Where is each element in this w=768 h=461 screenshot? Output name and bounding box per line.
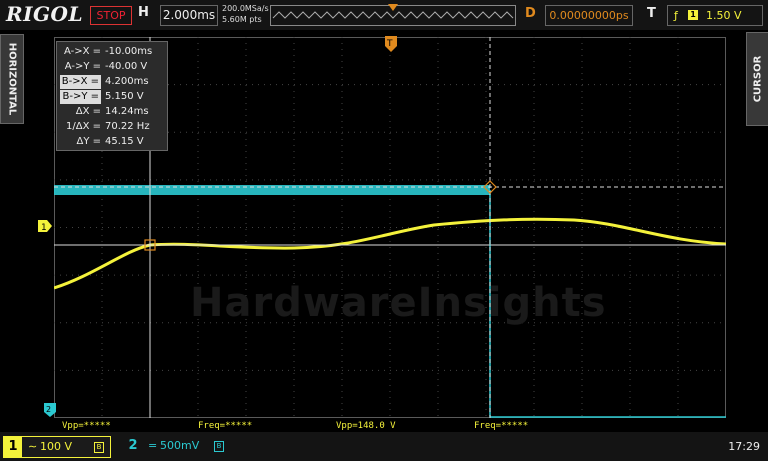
channel-2-scale: 500mV — [160, 439, 200, 452]
cursor-key: A->Y = — [64, 61, 101, 72]
measurement-freq[interactable]: Freq=***** — [474, 421, 528, 431]
channel-2-settings[interactable]: 2 = 500mV B — [124, 436, 234, 456]
channel-1-settings[interactable]: 1 ∼ 100 V B — [3, 436, 111, 458]
channel-status-bar: 1 ∼ 100 V B 2 = 500mV B 17:29 — [0, 432, 768, 461]
cursor-row: ΔX = 14.24ms — [57, 105, 167, 119]
cursor-value: 14.24ms — [105, 106, 149, 117]
cursor-value: 5.150 V — [105, 91, 144, 102]
rigol-logo: RIGOL — [6, 2, 84, 26]
watermark-text: HardwareInsights — [190, 280, 607, 326]
trigger-source-badge: 1 — [688, 10, 698, 20]
cursor-key: ΔY = — [76, 136, 101, 147]
cursor-value: 70.22 Hz — [105, 121, 150, 132]
cursor-row: B->Y = 5.150 V — [57, 90, 167, 104]
sample-rate: 200.0MSa/s — [222, 4, 269, 13]
cursor-value: 45.15 V — [105, 136, 144, 147]
cursor-key: B->X = — [59, 75, 101, 89]
cursor-key: ΔX = — [75, 106, 101, 117]
memory-overview-strip[interactable] — [270, 4, 516, 26]
cursor-row: A->Y = -40.00 V — [57, 60, 167, 74]
cursor-row: B->X = 4.200ms — [57, 75, 167, 89]
system-clock: 17:29 — [728, 440, 760, 453]
cursor-row: A->X = -10.00ms — [57, 45, 167, 59]
measurement-vpp-ch1[interactable]: Vpp=***** — [62, 421, 111, 431]
channel-2-number: 2 — [128, 438, 138, 453]
bandwidth-limit-icon: B — [214, 441, 224, 452]
channel-1-offset-marker[interactable]: 1 — [38, 220, 52, 232]
cursor-value: -40.00 V — [105, 61, 148, 72]
horizontal-label: H — [138, 5, 149, 20]
cursor-key: 1/ΔX = — [66, 121, 101, 132]
dc-coupling-icon: = — [148, 439, 158, 452]
cursor-row: 1/ΔX = 70.22 Hz — [57, 120, 167, 134]
delay-label: D — [525, 6, 536, 21]
acquisition-info: 200.0MSa/s 5.60M pts — [222, 3, 269, 25]
delay-value[interactable]: 0.00000000ps — [545, 5, 633, 26]
channel-1-number: 1 — [4, 437, 22, 457]
measurement-freq-ch1[interactable]: Freq=***** — [198, 421, 252, 431]
trigger-marker: T — [385, 36, 397, 52]
cursor-key: B->Y = — [60, 90, 101, 104]
cursor-value: -10.00ms — [105, 46, 153, 57]
trigger-settings[interactable]: ƒ 1 1.50 V — [667, 5, 763, 26]
cursor-value: 4.200ms — [105, 76, 149, 87]
cursor-row: ΔY = 45.15 V — [57, 135, 167, 149]
ac-coupling-icon: ∼ — [28, 440, 38, 453]
measurement-vpp[interactable]: Vpp=148.0 V — [336, 421, 396, 431]
run-stop-status[interactable]: STOP — [90, 6, 132, 25]
channel-1-marker-label: 1 — [41, 223, 47, 232]
horizontal-menu-label: HORIZONTAL — [6, 42, 18, 116]
trigger-marker-label: T — [386, 39, 393, 49]
trigger-position-icon — [388, 4, 398, 11]
rising-edge-icon: ƒ — [674, 9, 678, 22]
cursor-menu-label: CURSOR — [752, 55, 764, 103]
trigger-level: 1.50 V — [706, 9, 742, 22]
cursor-menu-tab[interactable]: CURSOR — [746, 32, 768, 126]
bandwidth-limit-icon: B — [94, 442, 104, 453]
cursor-key: A->X = — [63, 46, 101, 57]
timebase-value[interactable]: 2.000ms — [160, 5, 218, 26]
channel-2-offset-marker[interactable]: 2 — [44, 403, 56, 417]
channel-2-marker-label: 2 — [46, 405, 51, 414]
top-status-bar: RIGOL STOP H 2.000ms 200.0MSa/s 5.60M pt… — [0, 0, 768, 30]
trigger-label: T — [647, 6, 656, 21]
cursor-readout-panel: A->X = -10.00ms A->Y = -40.00 V B->X = 4.20… — [56, 41, 168, 151]
channel-1-scale: 100 V — [40, 440, 73, 453]
horizontal-menu-tab[interactable]: HORIZONTAL — [0, 34, 24, 124]
memory-depth: 5.60M pts — [222, 15, 262, 24]
